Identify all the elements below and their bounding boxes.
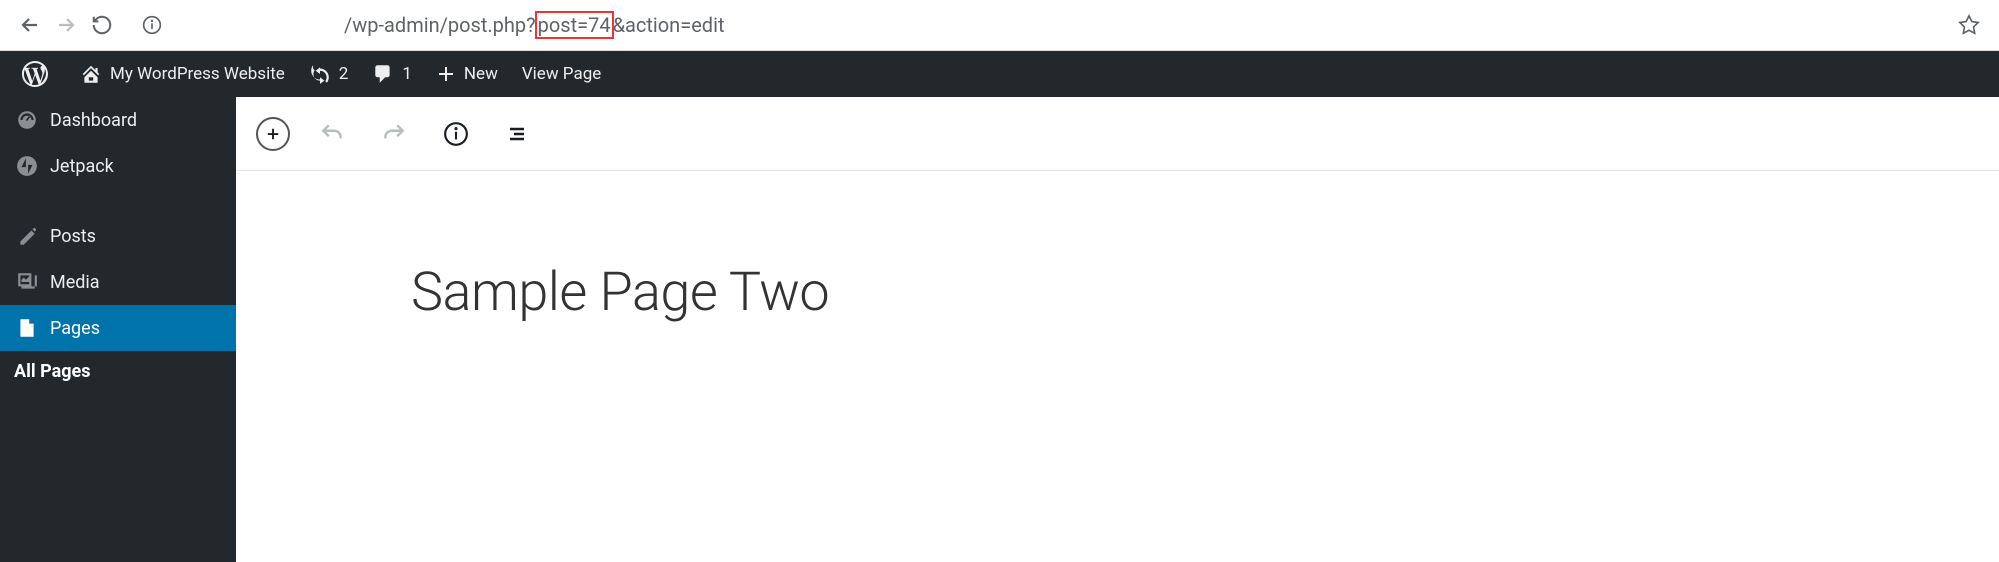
updates[interactable]: 2	[297, 51, 361, 97]
updates-count: 2	[339, 64, 349, 84]
site-info-icon[interactable]	[140, 13, 164, 37]
add-block-button[interactable]	[256, 117, 290, 151]
sidebar-item-jetpack[interactable]: Jetpack	[0, 143, 236, 189]
dashboard-icon	[14, 107, 40, 133]
address-bar[interactable]: /wp-admin/post.php?post=74&action=edit	[140, 11, 1951, 39]
view-page[interactable]: View Page	[510, 51, 613, 97]
block-navigation-button[interactable]	[498, 114, 538, 154]
wp-admin-bar: My WordPress Website 2 1 New View Page	[0, 51, 1999, 97]
plus-icon	[436, 64, 456, 84]
sidebar-item-label: Pages	[50, 318, 100, 339]
sidebar-subitem-all-pages[interactable]: All Pages	[0, 351, 236, 392]
page-title[interactable]: Sample Page Two	[411, 261, 1999, 324]
content-info-button[interactable]	[436, 114, 476, 154]
url-highlight: post=74	[535, 11, 614, 39]
reload-button[interactable]	[84, 7, 120, 43]
forward-button[interactable]	[48, 7, 84, 43]
new-content[interactable]: New	[424, 51, 510, 97]
sidebar-item-label: Posts	[50, 226, 96, 247]
wordpress-icon	[22, 61, 48, 87]
bookmark-button[interactable]	[1951, 7, 1987, 43]
url-prefix: /wp-admin/post.php?	[344, 13, 536, 37]
sidebar-item-label: Jetpack	[50, 156, 114, 177]
wp-logo[interactable]	[10, 51, 68, 97]
updates-icon	[309, 63, 331, 85]
comments-count: 1	[402, 64, 412, 84]
comments-icon	[372, 63, 394, 85]
editor-toolbar	[236, 97, 1999, 171]
site-name[interactable]: My WordPress Website	[68, 51, 297, 97]
jetpack-icon	[14, 153, 40, 179]
sidebar-item-label: Dashboard	[50, 110, 137, 131]
sidebar-item-posts[interactable]: Posts	[0, 213, 236, 259]
pages-icon	[14, 315, 40, 341]
url-suffix: &action=edit	[613, 13, 725, 37]
media-icon	[14, 269, 40, 295]
sidebar-item-dashboard[interactable]: Dashboard	[0, 97, 236, 143]
redo-button[interactable]	[374, 114, 414, 154]
sidebar-subitem-label: All Pages	[14, 361, 90, 382]
undo-button[interactable]	[312, 114, 352, 154]
browser-toolbar: /wp-admin/post.php?post=74&action=edit	[0, 0, 1999, 51]
view-page-label: View Page	[522, 64, 601, 84]
back-button[interactable]	[12, 7, 48, 43]
sidebar-item-label: Media	[50, 272, 100, 293]
editor-area: Sample Page Two	[236, 97, 1999, 562]
admin-sidebar: Dashboard Jetpack Posts Media Pages	[0, 97, 236, 562]
home-icon	[80, 63, 102, 85]
posts-icon	[14, 223, 40, 249]
site-title-label: My WordPress Website	[110, 64, 285, 84]
sidebar-item-media[interactable]: Media	[0, 259, 236, 305]
sidebar-item-pages[interactable]: Pages	[0, 305, 236, 351]
comments[interactable]: 1	[360, 51, 424, 97]
new-label: New	[464, 64, 498, 84]
